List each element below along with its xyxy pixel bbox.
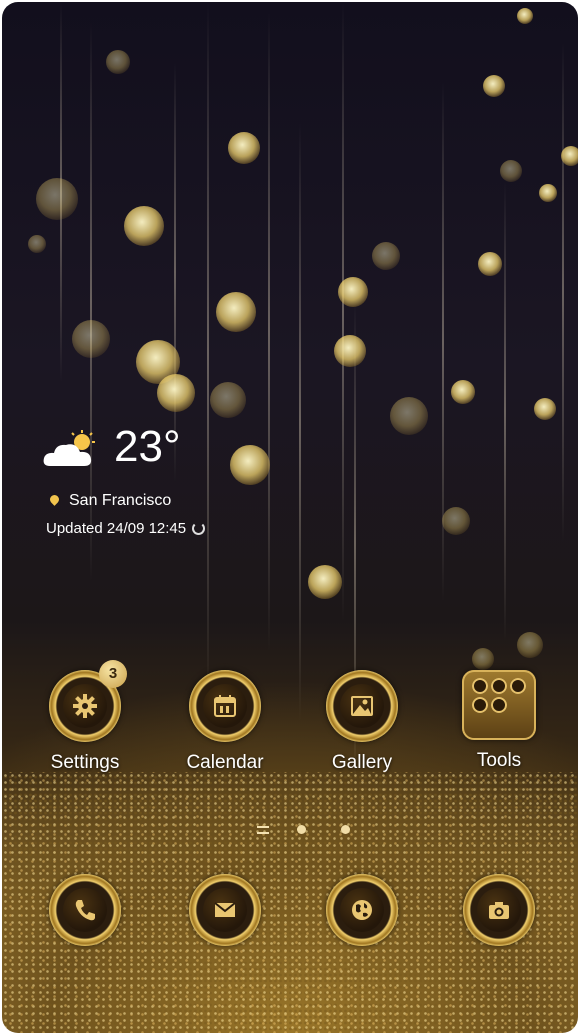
dock-browser[interactable]: [307, 874, 417, 946]
camera-icon: [489, 902, 509, 919]
page-dot: [297, 825, 306, 834]
camera-icon-ring: [463, 874, 535, 946]
phone-icon: [75, 900, 95, 921]
calendar-icon: [214, 695, 236, 717]
calendar-icon-ring: [189, 670, 261, 742]
app-settings[interactable]: 3 Settings: [30, 660, 140, 774]
folder-grid-icon: [462, 670, 536, 740]
app-tools[interactable]: Tools: [444, 670, 554, 772]
mail-icon: [214, 902, 236, 917]
page-dot: [341, 825, 350, 834]
dock-mail[interactable]: [170, 874, 280, 946]
notification-badge: 3: [99, 660, 127, 688]
settings-icon-ring: 3: [49, 660, 127, 742]
mail-icon-ring: [189, 874, 261, 946]
app-label: Tools: [476, 750, 522, 771]
home-page-indicator-icon: [257, 826, 269, 834]
gallery-icon-ring: [326, 670, 398, 742]
image-icon: [351, 696, 373, 716]
app-label: Gallery: [331, 752, 393, 773]
temperature: 23°: [114, 422, 181, 471]
refresh-icon[interactable]: [192, 522, 206, 535]
dock-phone[interactable]: [30, 874, 140, 946]
globe-icon-ring: [326, 874, 398, 946]
location: San Francisco: [48, 492, 172, 510]
app-label: Calendar: [186, 752, 264, 773]
app-gallery[interactable]: Gallery: [307, 670, 417, 774]
globe-icon: [352, 900, 372, 920]
page-indicator[interactable]: [257, 824, 357, 836]
updated-time: Updated 24/09 12:45: [46, 520, 206, 537]
app-calendar[interactable]: Calendar: [170, 670, 280, 774]
home-screen: 23° San Francisco Updated 24/09 12:45 3 …: [2, 2, 578, 1033]
location-name: San Francisco: [69, 492, 172, 509]
dock-camera[interactable]: [444, 874, 554, 946]
app-label: Settings: [50, 752, 120, 773]
phone-icon-ring: [49, 874, 121, 946]
location-pin-icon: [48, 493, 61, 506]
gear-icon: [73, 694, 97, 718]
updated-label: Updated 24/09 12:45: [46, 520, 187, 537]
partly-cloudy-icon: [43, 430, 95, 466]
